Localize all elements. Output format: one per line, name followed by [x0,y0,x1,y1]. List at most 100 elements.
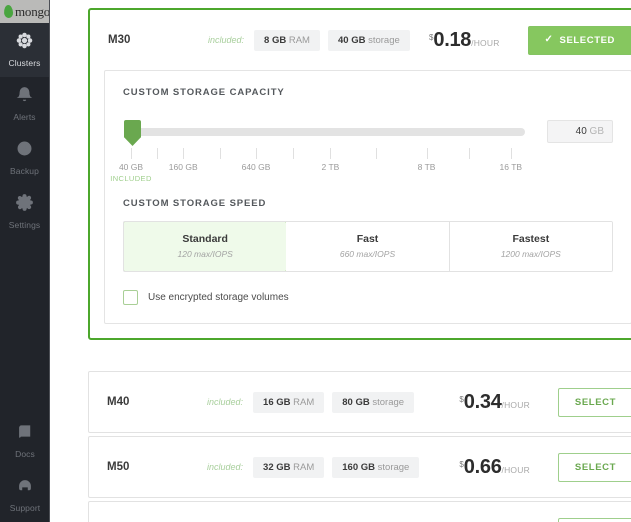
clusters-icon [16,32,33,54]
slider-tick-label: 640 GB [241,162,271,172]
slider-tick [131,148,132,159]
slider-tick-label: 2 TB [321,162,340,172]
tier-card-m30: M30 included: 8 GB RAM 40 GB storage $ 0… [88,8,631,340]
sidebar-item-label: Support [9,502,41,513]
encrypted-volumes-checkbox[interactable] [123,290,138,305]
brand-logo[interactable]: mongo [0,0,49,23]
sidebar-item-settings[interactable]: Settings [0,185,49,239]
slider-tick [220,148,222,159]
slider-tick-label: 8 TB [417,162,436,172]
capacity-value: 40 [575,126,587,137]
price-amount: 0.66 [463,455,502,478]
storage-speed-group: Standard 120 max/IOPS Fast 660 max/IOPS … [123,221,613,272]
selected-button[interactable]: ✓ SELECTED [527,25,631,55]
headset-icon [17,478,33,499]
storage-value: 160 GB [342,461,376,473]
storage-value: 80 GB [342,396,370,408]
price-unit: /HOUR [471,37,500,48]
speed-section-title: CUSTOM STORAGE SPEED [123,198,267,209]
app-root: mongo Clusters Alerts Backup Settings Do… [0,0,631,522]
bell-icon [16,86,33,108]
speed-option-sub: 660 max/IOPS [339,249,396,259]
ram-unit: RAM [293,461,315,473]
ram-value: 8 GB [264,34,287,46]
slider-tick [293,148,295,159]
ram-value: 16 GB [263,396,291,408]
mongodb-leaf-icon [3,4,14,19]
sidebar-item-alerts[interactable]: Alerts [0,77,49,131]
slider-tick [256,148,258,159]
speed-option-name: Fast [356,233,379,245]
tier-header: M40 included: 16 GB RAM 80 GB storage $ … [89,372,631,432]
slider-tick [183,148,185,159]
select-button[interactable]: SELECT [557,387,631,417]
sidebar-item-label: Settings [8,220,41,230]
ram-pill: 8 GB RAM [254,29,320,51]
gear-icon [16,194,33,216]
sidebar-item-label: Docs [15,448,35,459]
check-icon: ✓ [544,34,554,45]
ram-value: 32 GB [263,461,291,473]
storage-unit: storage [372,396,405,408]
storage-pill: 160 GB storage [332,456,420,478]
speed-option-sub: 120 max/IOPS [177,249,233,259]
sidebar-item-label: Backup [10,166,39,176]
slider-tick [469,148,471,159]
ram-pill: 32 GB RAM [253,456,325,478]
storage-config-panel: CUSTOM STORAGE CAPACITY 40 GB INCLUDED 160… [104,70,631,324]
storage-pill: 80 GB storage [332,391,415,413]
encrypted-volumes-label: Use encrypted storage volumes [148,292,289,303]
tier-card-m50: M50 included: 32 GB RAM 160 GB storage $… [88,436,631,498]
select-button[interactable]: SELECT [557,517,631,522]
storage-unit: storage [377,461,410,473]
ram-unit: RAM [288,34,310,46]
speed-option-name: Fastest [512,233,550,245]
slider-tick [426,148,428,159]
slider-tick-labels: 40 GB INCLUDED 160 GB 640 GB 2 TB 8 TB 16 TB [110,162,533,184]
tier-name: M30 [108,34,131,46]
speed-option-sub: 1200 max/IOPS [500,249,561,259]
sidebar-item-clusters[interactable]: Clusters [0,23,49,77]
slider-tick [510,148,512,159]
capacity-unit: GB [589,126,604,137]
price: $ 0.18 /HOUR [429,29,500,52]
tier-header: M30 included: 8 GB RAM 40 GB storage $ 0… [90,10,631,70]
included-label: included: [207,397,244,407]
slider-tick [330,148,332,159]
price: $ 0.34 /HOUR [459,391,530,414]
tier-header: M60 included: 64 GB RAM 320 GB storage $… [89,502,631,522]
sidebar-item-backup[interactable]: Backup [0,131,49,185]
tier-card-m60: M60 included: 64 GB RAM 320 GB storage $… [88,501,631,522]
storage-value: 40 GB [337,34,366,46]
clock-icon [16,140,33,162]
ram-unit: RAM [293,396,315,408]
slider-track[interactable] [131,128,525,136]
select-button[interactable]: SELECT [557,452,631,482]
brand-name: mongo [15,3,49,19]
slider-ticks [123,148,533,160]
sidebar-item-docs[interactable]: Docs [0,414,50,468]
price-unit: /HOUR [501,464,530,475]
included-label: included: [208,35,245,45]
speed-option-name: Standard [182,233,228,245]
capacity-slider-row: 40 GB INCLUDED 160 GB 640 GB 2 TB 8 TB 16 TB 4… [110,120,613,184]
capacity-value-box[interactable]: 40 GB [547,120,613,143]
sidebar-item-support[interactable]: Support [0,468,50,522]
slider-tick [376,148,378,159]
tier-card-m40: M40 included: 16 GB RAM 80 GB storage $ … [88,371,631,433]
ram-pill: 16 GB RAM [253,391,325,413]
slider-handle[interactable] [124,120,141,146]
capacity-slider[interactable]: 40 GB INCLUDED 160 GB 640 GB 2 TB 8 TB 16 TB [110,120,533,184]
tier-name: M50 [107,461,130,473]
book-icon [17,424,33,445]
slider-tick-label: 40 GB INCLUDED [110,162,152,183]
speed-option-standard[interactable]: Standard 120 max/IOPS [124,222,288,271]
slider-tick-label: 160 GB [168,162,198,172]
slider-tick [156,148,158,159]
sidebar-item-label: Alerts [13,112,36,122]
sidebar: mongo Clusters Alerts Backup Settings Do… [0,0,50,522]
speed-option-fast[interactable]: Fast 660 max/IOPS [286,222,450,271]
price-amount: 0.18 [433,28,472,51]
speed-option-fastest[interactable]: Fastest 1200 max/IOPS [449,222,612,271]
included-label: included: [207,462,244,472]
